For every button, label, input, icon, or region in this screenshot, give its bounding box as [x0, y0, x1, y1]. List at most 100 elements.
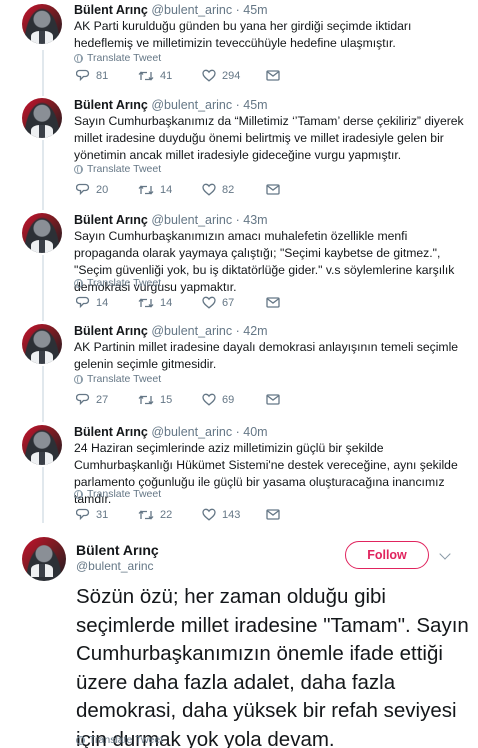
like-icon: [202, 183, 216, 196]
reply-button[interactable]: 20: [76, 183, 138, 196]
message-icon: [266, 297, 280, 308]
reply-icon: [76, 296, 90, 309]
reply-icon: [76, 69, 90, 82]
avatar[interactable]: [22, 324, 62, 364]
avatar[interactable]: [22, 98, 62, 138]
reply-button[interactable]: 27: [76, 393, 138, 406]
reply-button[interactable]: 31: [76, 508, 138, 521]
message-button[interactable]: [266, 297, 280, 308]
avatar[interactable]: [22, 425, 62, 465]
separator: ·: [235, 425, 240, 439]
translate-label: Translate Tweet: [87, 373, 162, 385]
like-button[interactable]: 69: [202, 393, 266, 406]
retweet-button[interactable]: 14: [138, 184, 202, 196]
thread-connector: [42, 366, 44, 422]
timestamp[interactable]: 42m: [243, 324, 267, 338]
globe-icon: [74, 374, 83, 384]
translate-link[interactable]: Translate Tweet: [76, 734, 163, 746]
like-button[interactable]: 143: [202, 508, 266, 521]
follow-button[interactable]: Follow: [345, 541, 429, 569]
tweet-text: AK Parti kurulduğu günden bu yana her gi…: [74, 19, 412, 50]
timestamp[interactable]: 45m: [243, 98, 267, 112]
retweet-count: 22: [160, 508, 173, 521]
retweet-icon: [138, 70, 154, 81]
retweet-count: 41: [160, 69, 173, 82]
reply-count: 81: [96, 69, 109, 82]
reply-count: 31: [96, 508, 109, 521]
avatar[interactable]: [22, 537, 66, 581]
like-button[interactable]: 294: [202, 69, 266, 82]
timestamp[interactable]: 43m: [243, 213, 267, 227]
like-count: 69: [222, 393, 235, 406]
translate-label: Translate Tweet: [89, 734, 164, 746]
author-name[interactable]: Bülent Arınç: [74, 425, 148, 439]
translate-link[interactable]: Translate Tweet: [74, 488, 161, 500]
like-button[interactable]: 82: [202, 183, 266, 196]
translate-link[interactable]: Translate Tweet: [74, 52, 161, 64]
thread-connector: [42, 467, 44, 523]
message-icon: [266, 184, 280, 195]
message-icon: [266, 394, 280, 405]
retweet-icon: [138, 184, 154, 195]
like-icon: [202, 508, 216, 521]
reply-icon: [76, 508, 90, 521]
message-icon: [266, 509, 280, 520]
author-handle[interactable]: @bulent_arinc: [151, 98, 232, 112]
translate-link[interactable]: Translate Tweet: [74, 373, 161, 385]
message-button[interactable]: [266, 509, 280, 520]
message-icon: [266, 70, 280, 81]
globe-icon: [74, 164, 83, 174]
author-name[interactable]: Bülent Arınç: [76, 542, 159, 558]
timestamp[interactable]: 45m: [243, 3, 267, 17]
like-icon: [202, 296, 216, 309]
author-name[interactable]: Bülent Arınç: [74, 324, 148, 338]
reply-button[interactable]: 81: [76, 69, 138, 82]
like-count: 143: [222, 508, 241, 521]
retweet-button[interactable]: 22: [138, 509, 202, 521]
reply-button[interactable]: 14: [76, 296, 138, 309]
tweet-text: Sözün özü; her zaman olduğu gibi seçimle…: [76, 585, 469, 748]
like-button[interactable]: 67: [202, 296, 266, 309]
retweet-button[interactable]: 14: [138, 297, 202, 309]
retweet-count: 15: [160, 393, 173, 406]
globe-icon: [76, 735, 85, 745]
tweet-text: Sayın Cumhurbaşkanımız da “Milletimiz ‘’…: [74, 114, 464, 162]
like-icon: [202, 69, 216, 82]
reply-count: 20: [96, 183, 109, 196]
author-name[interactable]: Bülent Arınç: [74, 3, 148, 17]
message-button[interactable]: [266, 184, 280, 195]
translate-link[interactable]: Translate Tweet: [74, 277, 161, 289]
retweet-button[interactable]: 15: [138, 394, 202, 406]
author-handle[interactable]: @bulent_arinc: [151, 3, 232, 17]
reply-icon: [76, 183, 90, 196]
retweet-count: 14: [160, 296, 173, 309]
message-button[interactable]: [266, 70, 280, 81]
separator: ·: [235, 3, 240, 17]
like-count: 82: [222, 183, 235, 196]
author-name[interactable]: Bülent Arınç: [74, 213, 148, 227]
retweet-button[interactable]: 41: [138, 70, 202, 82]
thread-connector: [42, 255, 44, 321]
translate-label: Translate Tweet: [87, 52, 162, 64]
author-handle[interactable]: @bulent_arinc: [151, 324, 232, 338]
avatar[interactable]: [22, 4, 62, 44]
author-handle[interactable]: @bulent_arinc: [151, 213, 232, 227]
like-count: 67: [222, 296, 235, 309]
globe-icon: [74, 278, 83, 288]
separator: ·: [235, 324, 240, 338]
chevron-down-icon[interactable]: [439, 548, 451, 560]
message-button[interactable]: [266, 394, 280, 405]
separator: ·: [235, 213, 240, 227]
translate-label: Translate Tweet: [87, 163, 162, 175]
reply-count: 27: [96, 393, 109, 406]
translate-label: Translate Tweet: [87, 488, 162, 500]
retweet-icon: [138, 394, 154, 405]
author-handle[interactable]: @bulent_arinc: [76, 559, 154, 573]
timestamp[interactable]: 40m: [243, 425, 267, 439]
reply-icon: [76, 393, 90, 406]
translate-label: Translate Tweet: [87, 277, 162, 289]
avatar[interactable]: [22, 213, 62, 253]
author-name[interactable]: Bülent Arınç: [74, 98, 148, 112]
translate-link[interactable]: Translate Tweet: [74, 163, 161, 175]
author-handle[interactable]: @bulent_arinc: [151, 425, 232, 439]
